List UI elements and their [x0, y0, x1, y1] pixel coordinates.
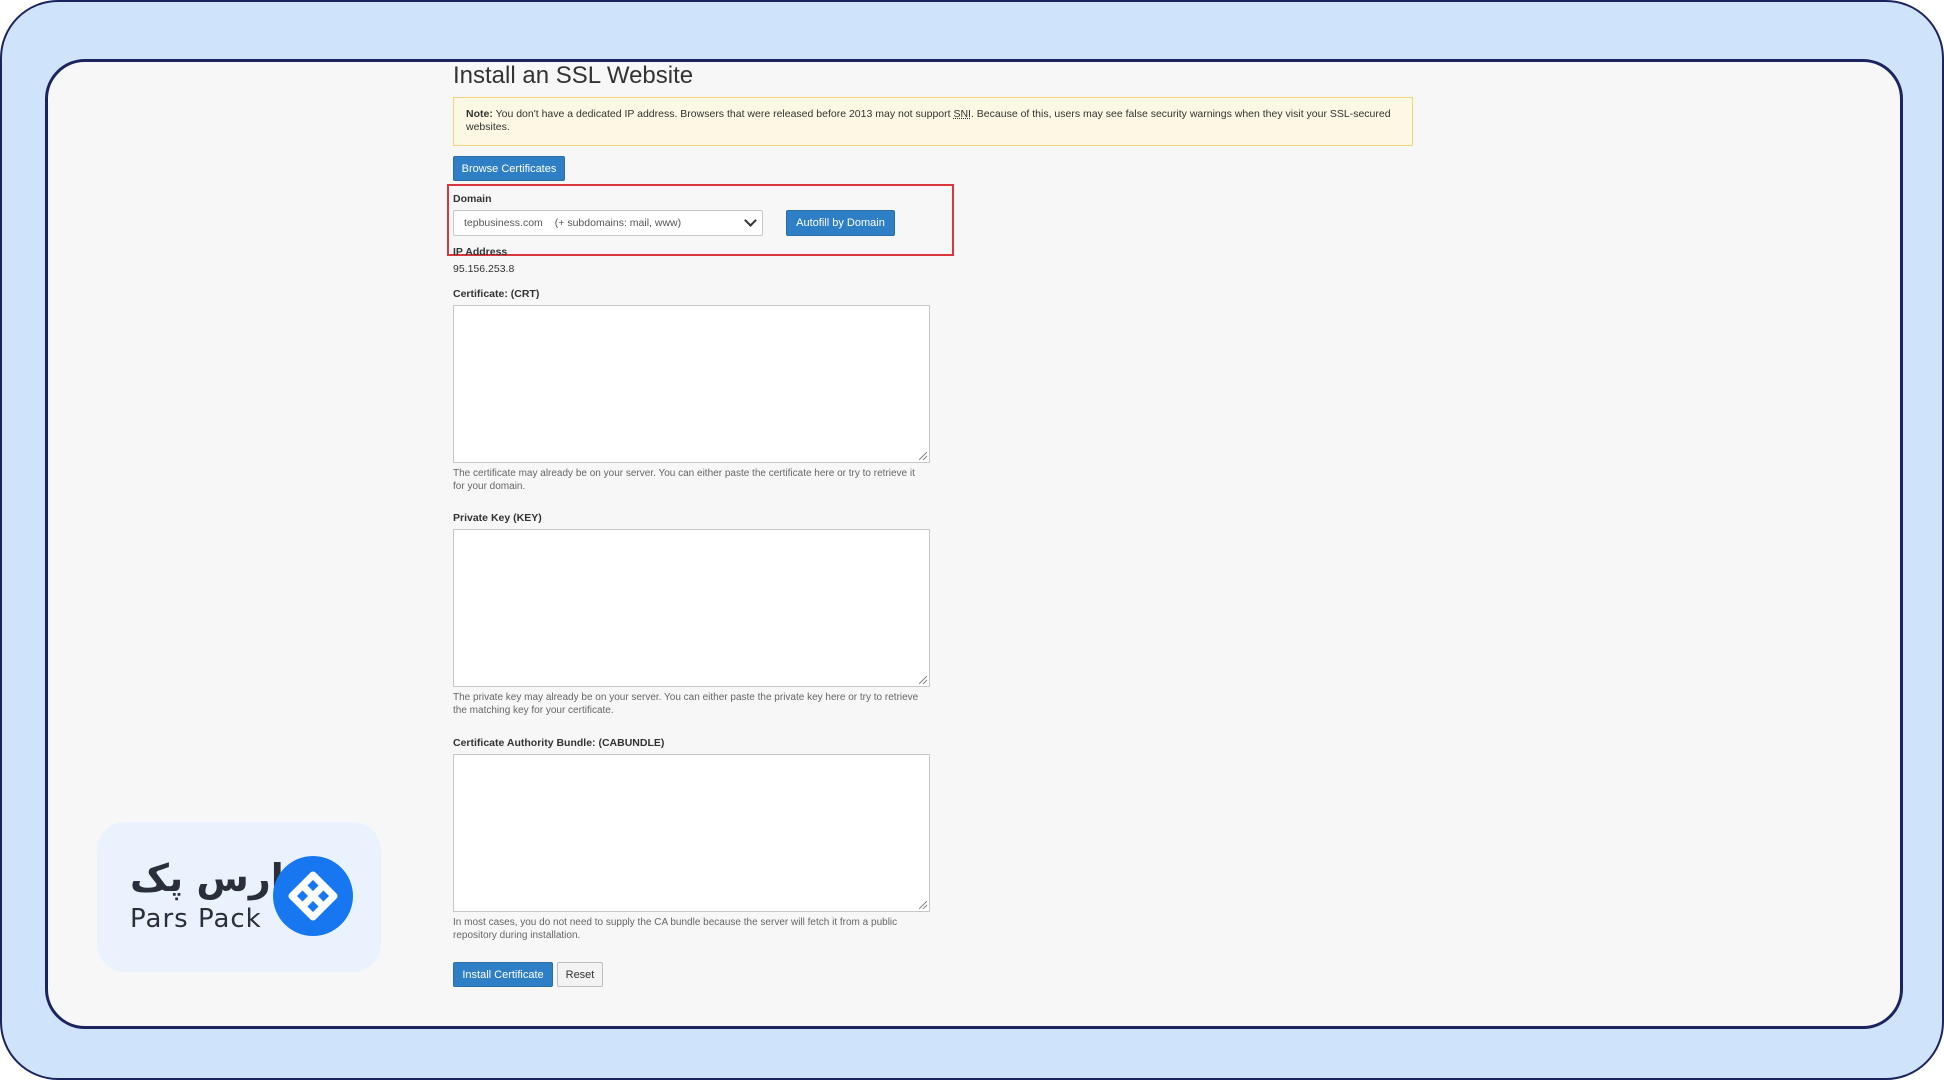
page-title: Install an SSL Website — [453, 62, 694, 89]
private-key-help-text: The private key may already be on your s… — [453, 692, 919, 716]
certificate-help-text: The certificate may already be on your s… — [453, 468, 915, 492]
install-certificate-button[interactable]: Install Certificate — [453, 962, 553, 987]
reset-button[interactable]: Reset — [557, 962, 603, 987]
sni-warning-note: Note: You don't have a dedicated IP addr… — [453, 97, 1413, 146]
ip-address-value: 95.156.253.8 — [453, 263, 515, 275]
private-key-textarea[interactable] — [453, 529, 930, 687]
certificate-textarea[interactable] — [453, 305, 930, 463]
outer-frame: Install an SSL Website Note: You don't h… — [0, 0, 1944, 1080]
note-text: You don't have a dedicated IP address. B… — [492, 108, 954, 120]
autofill-by-domain-button[interactable]: Autofill by Domain — [786, 210, 895, 236]
resize-grip-icon[interactable] — [919, 676, 927, 684]
sni-abbreviation: SNI — [953, 108, 971, 120]
resize-grip-icon[interactable] — [919, 452, 927, 460]
cabundle-help-text: In most cases, you do not need to supply… — [453, 917, 898, 941]
domain-subdomains: (+ subdomains: mail, www) — [554, 217, 682, 229]
resize-grip-icon[interactable] — [919, 901, 927, 909]
cabundle-textarea[interactable] — [453, 754, 930, 912]
cpanel-window: Install an SSL Website Note: You don't h… — [45, 59, 1903, 1029]
domain-selected-value: tepbusiness.com — [464, 217, 543, 229]
ip-address-label: IP Address — [453, 246, 508, 258]
domain-label: Domain — [453, 193, 492, 205]
chevron-down-icon — [744, 214, 757, 227]
domain-select[interactable]: tepbusiness.com (+ subdomains: mail, www… — [453, 210, 763, 236]
certificate-label: Certificate: (CRT) — [453, 288, 540, 300]
cabundle-label: Certificate Authority Bundle: (CABUNDLE) — [453, 737, 665, 749]
pars-pack-logo-card: پارس پک Pars Pack — [97, 822, 381, 972]
private-key-label: Private Key (KEY) — [453, 512, 542, 524]
note-label: Note: — [466, 108, 493, 120]
logo-text-english: Pars Pack — [130, 904, 262, 934]
browse-certificates-button[interactable]: Browse Certificates — [453, 156, 565, 181]
pars-pack-diamond-logo-icon — [273, 856, 353, 936]
